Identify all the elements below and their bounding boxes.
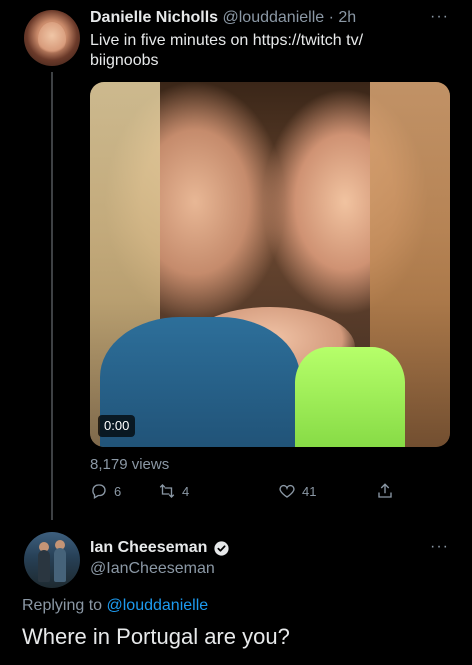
tweet-header: Danielle Nicholls @louddanielle · 2h bbox=[90, 8, 356, 28]
author-handle[interactable]: @louddanielle bbox=[223, 9, 325, 26]
reply-icon bbox=[92, 484, 106, 499]
replying-to-prefix: Replying to bbox=[22, 597, 103, 614]
reply-button[interactable]: 6 bbox=[90, 482, 121, 500]
tweet-timestamp[interactable]: 2h bbox=[338, 9, 356, 26]
reply-more-options-icon[interactable]: ··· bbox=[430, 539, 449, 555]
avatar-figure bbox=[54, 548, 66, 582]
reply-author-avatar[interactable] bbox=[24, 532, 80, 588]
video-duration-badge: 0:00 bbox=[98, 415, 136, 437]
reply-author-name[interactable]: Ian Cheeseman bbox=[90, 539, 207, 557]
thread-connector-line bbox=[51, 72, 53, 520]
author-name[interactable]: Danielle Nicholls bbox=[90, 9, 218, 26]
reply-author-name-row[interactable]: Ian Cheeseman bbox=[90, 539, 230, 557]
replying-to-mention[interactable]: @louddanielle bbox=[107, 597, 209, 614]
avatar-figure bbox=[38, 550, 50, 582]
replying-to-line: Replying to @louddanielle bbox=[22, 597, 208, 615]
view-count: 8,179 views bbox=[90, 456, 170, 473]
reply-author-handle[interactable]: @IanCheeseman bbox=[90, 560, 215, 578]
tweet-text: Live in five minutes on https://twitch t… bbox=[90, 32, 364, 69]
tweet-action-bar: 6 4 41 bbox=[90, 482, 410, 506]
header-separator: · bbox=[328, 9, 334, 26]
thumbnail-shape bbox=[295, 347, 405, 447]
like-count: 41 bbox=[302, 483, 317, 499]
share-icon bbox=[378, 483, 392, 498]
retweet-icon bbox=[159, 484, 175, 498]
retweet-button[interactable]: 4 bbox=[158, 482, 189, 500]
video-player[interactable]: 0:00 bbox=[90, 82, 450, 447]
share-button[interactable] bbox=[376, 482, 394, 500]
author-avatar[interactable] bbox=[24, 10, 80, 66]
reply-count: 6 bbox=[114, 483, 122, 499]
heart-icon bbox=[279, 484, 295, 498]
like-button[interactable]: 41 bbox=[278, 482, 316, 500]
reply-text: Where in Portugal are you? bbox=[22, 624, 290, 649]
verified-badge-icon bbox=[214, 540, 229, 556]
retweet-count: 4 bbox=[182, 483, 190, 499]
more-options-icon[interactable]: ··· bbox=[430, 9, 449, 25]
